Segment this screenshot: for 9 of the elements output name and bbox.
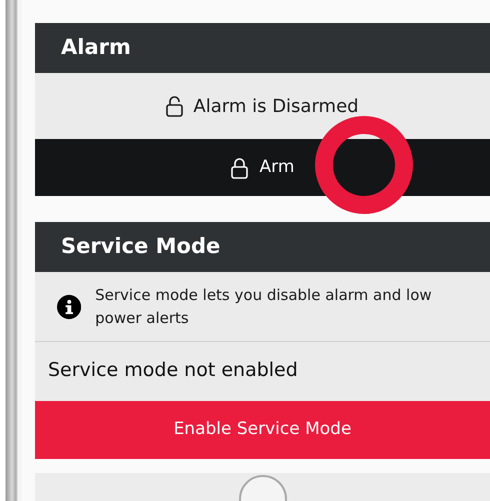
section-title: Alarm [35,23,490,73]
info-text: Service mode lets you disable alarm and low power alerts [95,285,433,328]
alarm-status-text: Alarm is Disarmed [193,94,359,118]
enable-service-mode-button[interactable]: Enable Service Mode [35,400,490,458]
service-mode-status: Service mode not enabled [35,342,490,400]
padlock-icon [230,156,248,178]
section-title: Service Mode [35,222,490,272]
arm-button[interactable]: Arm [35,139,490,196]
info-icon [57,292,82,320]
